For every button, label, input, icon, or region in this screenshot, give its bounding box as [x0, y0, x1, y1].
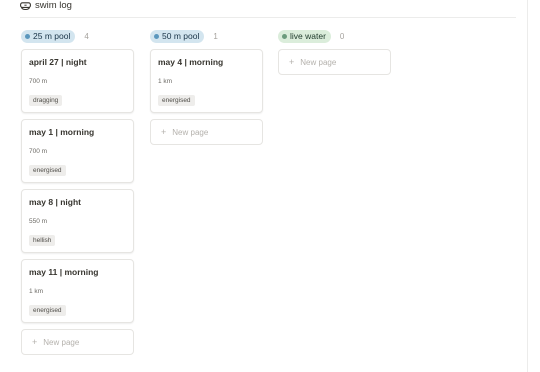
status-pill[interactable]: 50 m pool: [150, 29, 205, 43]
status-dot: [154, 33, 159, 39]
goggles-icon: [20, 1, 31, 10]
board-header[interactable]: swim log: [20, 0, 72, 12]
card-distance: 700 m: [29, 148, 48, 155]
plus-icon: +: [289, 57, 295, 67]
new-page-label: New page: [172, 127, 209, 137]
column-header[interactable]: live water 0: [278, 29, 393, 43]
card-tag: energised: [29, 165, 66, 176]
new-page-button[interactable]: + New page: [150, 119, 263, 145]
column-label: 50 m pool: [162, 30, 200, 41]
column-label: live water: [290, 30, 326, 41]
status-dot: [25, 33, 30, 39]
column-header[interactable]: 25 m pool 4: [21, 29, 136, 43]
card-tag: hellish: [29, 235, 56, 246]
new-page-label: New page: [300, 57, 337, 67]
board-title: swim log: [35, 0, 72, 11]
column-count: 1: [213, 31, 218, 41]
card-distance: 550 m: [29, 218, 48, 225]
column-count: 0: [339, 31, 345, 41]
card-may-11[interactable]: may 11 | morning 1 km energised: [21, 259, 134, 323]
card-distance: 1 km: [158, 78, 173, 85]
column-count: 4: [84, 31, 89, 41]
card-may-8[interactable]: may 8 | night 550 m hellish: [21, 189, 134, 253]
column-live-water: live water 0 + New page: [278, 29, 393, 75]
status-dot: [282, 33, 287, 39]
plus-icon: +: [161, 127, 167, 137]
column-header[interactable]: 50 m pool 1: [150, 29, 265, 43]
card-tag: energised: [158, 95, 195, 106]
card-may-1[interactable]: may 1 | morning 700 m energised: [21, 119, 134, 183]
column-50m-pool: 50 m pool 1 may 4 | morning 1 km energis…: [150, 29, 265, 145]
column-25m-pool: 25 m pool 4 april 27 | night 700 m dragg…: [21, 29, 136, 355]
status-pill[interactable]: live water: [278, 29, 331, 43]
header-divider: [20, 17, 516, 18]
column-label: 25 m pool: [33, 30, 71, 41]
card-title: may 11 | morning: [29, 267, 99, 277]
plus-icon: +: [32, 337, 38, 347]
card-title: may 1 | morning: [29, 127, 95, 137]
new-page-label: New page: [43, 337, 80, 347]
card-may-4[interactable]: may 4 | morning 1 km energised: [150, 49, 263, 113]
card-april-27[interactable]: april 27 | night 700 m dragging: [21, 49, 134, 113]
card-title: may 4 | morning: [158, 57, 224, 67]
card-title: may 8 | night: [29, 197, 81, 207]
panel-edge: [527, 0, 528, 372]
status-pill[interactable]: 25 m pool: [21, 29, 76, 43]
card-tag: energised: [29, 305, 66, 316]
new-page-button[interactable]: + New page: [278, 49, 391, 75]
card-distance: 1 km: [29, 288, 44, 295]
card-title: april 27 | night: [29, 57, 87, 67]
new-page-button[interactable]: + New page: [21, 329, 134, 355]
board-view: swim log 25 m pool 4 april 27 | night 70…: [0, 0, 540, 372]
card-tag: dragging: [29, 95, 63, 106]
card-distance: 700 m: [29, 78, 48, 85]
